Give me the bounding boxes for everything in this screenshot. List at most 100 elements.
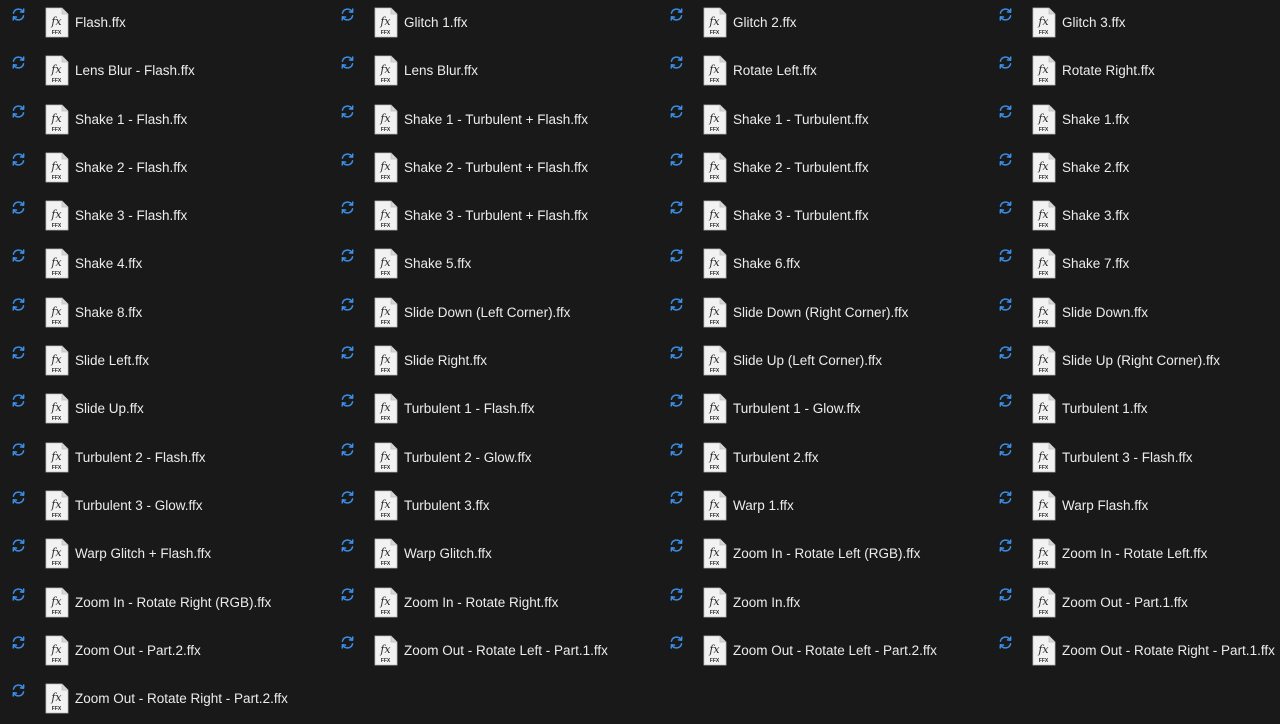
file-item[interactable]: fx FFX Glitch 1.ffx bbox=[329, 0, 658, 48]
file-item[interactable]: fx FFX Zoom Out - Rotate Left - Part.2.f… bbox=[658, 628, 987, 676]
file-item[interactable]: fx FFX Zoom Out - Rotate Left - Part.1.f… bbox=[329, 628, 658, 676]
file-item[interactable]: fx FFX Shake 2.ffx bbox=[987, 145, 1280, 193]
file-item[interactable]: fx FFX Shake 1 - Flash.ffx bbox=[0, 97, 329, 145]
svg-text:FFX: FFX bbox=[52, 465, 62, 471]
file-item[interactable]: fx FFX Shake 4.ffx bbox=[0, 241, 329, 289]
sync-pending-icon bbox=[341, 153, 354, 166]
file-item[interactable]: fx FFX Slide Left.ffx bbox=[0, 338, 329, 386]
file-item[interactable]: fx FFX Slide Down (Left Corner).ffx bbox=[329, 290, 658, 338]
file-item[interactable]: fx FFX Slide Up (Left Corner).ffx bbox=[658, 338, 987, 386]
ffx-file-icon: fx FFX bbox=[703, 200, 727, 231]
file-item[interactable]: fx FFX Shake 2 - Turbulent + Flash.ffx bbox=[329, 145, 658, 193]
svg-text:fx: fx bbox=[1037, 160, 1049, 173]
file-item[interactable]: fx FFX Turbulent 2.ffx bbox=[658, 435, 987, 483]
file-item[interactable]: fx FFX Slide Right.ffx bbox=[329, 338, 658, 386]
file-item[interactable]: fx FFX Shake 3 - Turbulent.ffx bbox=[658, 193, 987, 241]
svg-text:FFX: FFX bbox=[1039, 175, 1049, 181]
file-item[interactable]: fx FFX Turbulent 1 - Flash.ffx bbox=[329, 386, 658, 434]
sync-pending-icon bbox=[999, 636, 1012, 649]
file-item[interactable]: fx FFX Slide Down (Right Corner).ffx bbox=[658, 290, 987, 338]
svg-text:FFX: FFX bbox=[52, 320, 62, 326]
svg-text:FFX: FFX bbox=[710, 513, 720, 519]
file-item[interactable]: fx FFX Turbulent 2 - Glow.ffx bbox=[329, 435, 658, 483]
file-item[interactable]: fx FFX Shake 3.ffx bbox=[987, 193, 1280, 241]
svg-text:fx: fx bbox=[379, 160, 391, 173]
file-item[interactable]: fx FFX Warp Flash.ffx bbox=[987, 483, 1280, 531]
file-item[interactable]: fx FFX Shake 1 - Turbulent + Flash.ffx bbox=[329, 97, 658, 145]
sync-pending-icon bbox=[670, 491, 683, 504]
svg-text:FFX: FFX bbox=[381, 78, 391, 84]
svg-text:fx: fx bbox=[708, 595, 720, 608]
file-item[interactable]: fx FFX Lens Blur - Flash.ffx bbox=[0, 48, 329, 96]
file-name: Warp Glitch.ffx bbox=[404, 546, 492, 562]
svg-text:fx: fx bbox=[50, 498, 62, 511]
file-name: Turbulent 3 - Glow.ffx bbox=[75, 497, 203, 513]
sync-pending-icon bbox=[341, 8, 354, 21]
sync-pending-icon bbox=[12, 539, 25, 552]
svg-text:fx: fx bbox=[50, 256, 62, 269]
file-item[interactable]: fx FFX Shake 3 - Flash.ffx bbox=[0, 193, 329, 241]
file-item[interactable]: fx FFX Turbulent 1 - Glow.ffx bbox=[658, 386, 987, 434]
svg-text:FFX: FFX bbox=[52, 271, 62, 277]
file-item[interactable]: fx FFX Shake 5.ffx bbox=[329, 241, 658, 289]
file-item[interactable]: fx FFX Glitch 2.ffx bbox=[658, 0, 987, 48]
file-item[interactable]: fx FFX Zoom In - Rotate Right (RGB).ffx bbox=[0, 580, 329, 628]
file-item[interactable]: fx FFX Zoom Out - Part.2.ffx bbox=[0, 628, 329, 676]
file-item[interactable]: fx FFX Shake 3 - Turbulent + Flash.ffx bbox=[329, 193, 658, 241]
file-item[interactable]: fx FFX Slide Up (Right Corner).ffx bbox=[987, 338, 1280, 386]
svg-text:fx: fx bbox=[1037, 401, 1049, 414]
file-item[interactable]: fx FFX Shake 1 - Turbulent.ffx bbox=[658, 97, 987, 145]
svg-text:FFX: FFX bbox=[710, 465, 720, 471]
svg-text:fx: fx bbox=[708, 15, 720, 28]
file-item[interactable]: fx FFX Shake 8.ffx bbox=[0, 290, 329, 338]
file-item[interactable]: fx FFX Zoom Out - Rotate Right - Part.2.… bbox=[0, 676, 329, 724]
file-item[interactable]: fx FFX Turbulent 2 - Flash.ffx bbox=[0, 435, 329, 483]
file-item[interactable]: fx FFX Warp Glitch.ffx bbox=[329, 531, 658, 579]
file-item[interactable]: fx FFX Zoom In.ffx bbox=[658, 580, 987, 628]
svg-text:FFX: FFX bbox=[1039, 271, 1049, 277]
file-item[interactable]: fx FFX Zoom Out - Part.1.ffx bbox=[987, 580, 1280, 628]
sync-pending-icon bbox=[999, 249, 1012, 263]
sync-pending-icon bbox=[341, 201, 354, 214]
file-item[interactable]: fx FFX Warp Glitch + Flash.ffx bbox=[0, 531, 329, 579]
file-name: Lens Blur - Flash.ffx bbox=[75, 63, 195, 79]
ffx-file-icon: fx FFX bbox=[374, 442, 398, 473]
sync-pending-icon bbox=[12, 442, 25, 456]
ffx-file-icon: fx FFX bbox=[1032, 7, 1056, 38]
svg-text:FFX: FFX bbox=[710, 127, 720, 133]
file-item[interactable]: fx FFX Turbulent 3.ffx bbox=[329, 483, 658, 531]
svg-text:fx: fx bbox=[708, 63, 720, 76]
file-item[interactable]: fx FFX Zoom In - Rotate Right.ffx bbox=[329, 580, 658, 628]
file-item[interactable]: fx FFX Zoom In - Rotate Left.ffx bbox=[987, 531, 1280, 579]
svg-text:fx: fx bbox=[1037, 450, 1049, 463]
svg-text:FFX: FFX bbox=[381, 320, 391, 326]
file-item[interactable]: fx FFX Turbulent 1.ffx bbox=[987, 386, 1280, 434]
svg-text:fx: fx bbox=[1037, 256, 1049, 269]
ffx-file-icon: fx FFX bbox=[374, 7, 398, 38]
file-item[interactable]: fx FFX Shake 6.ffx bbox=[658, 241, 987, 289]
file-item[interactable]: fx FFX Zoom In - Rotate Left (RGB).ffx bbox=[658, 531, 987, 579]
ffx-file-icon: fx FFX bbox=[374, 104, 398, 134]
file-item[interactable]: fx FFX Warp 1.ffx bbox=[658, 483, 987, 531]
file-item[interactable]: fx FFX Rotate Left.ffx bbox=[658, 48, 987, 96]
file-item[interactable]: fx FFX Zoom Out - Rotate Right - Part.1.… bbox=[987, 628, 1280, 676]
file-item[interactable]: fx FFX Turbulent 3 - Flash.ffx bbox=[987, 435, 1280, 483]
file-item[interactable]: fx FFX Glitch 3.ffx bbox=[987, 0, 1280, 48]
file-item[interactable]: fx FFX Rotate Right.ffx bbox=[987, 48, 1280, 96]
file-name: Shake 3 - Turbulent + Flash.ffx bbox=[404, 208, 588, 224]
file-item[interactable]: fx FFX Slide Down.ffx bbox=[987, 290, 1280, 338]
file-item[interactable]: fx FFX Slide Up.ffx bbox=[0, 386, 329, 434]
ffx-file-icon: fx FFX bbox=[703, 442, 727, 473]
ffx-file-icon: fx FFX bbox=[703, 297, 727, 328]
svg-text:fx: fx bbox=[379, 112, 391, 125]
file-name: Zoom In - Rotate Left (RGB).ffx bbox=[733, 546, 921, 562]
file-item[interactable]: fx FFX Shake 1.ffx bbox=[987, 97, 1280, 145]
file-item[interactable]: fx FFX Shake 7.ffx bbox=[987, 241, 1280, 289]
file-item[interactable]: fx FFX Flash.ffx bbox=[0, 0, 329, 48]
file-item[interactable]: fx FFX Lens Blur.ffx bbox=[329, 48, 658, 96]
file-item[interactable]: fx FFX Shake 2 - Flash.ffx bbox=[0, 145, 329, 193]
sync-pending-icon bbox=[341, 636, 354, 649]
file-item[interactable]: fx FFX Turbulent 3 - Glow.ffx bbox=[0, 483, 329, 531]
sync-pending-icon bbox=[999, 394, 1012, 408]
file-item[interactable]: fx FFX Shake 2 - Turbulent.ffx bbox=[658, 145, 987, 193]
